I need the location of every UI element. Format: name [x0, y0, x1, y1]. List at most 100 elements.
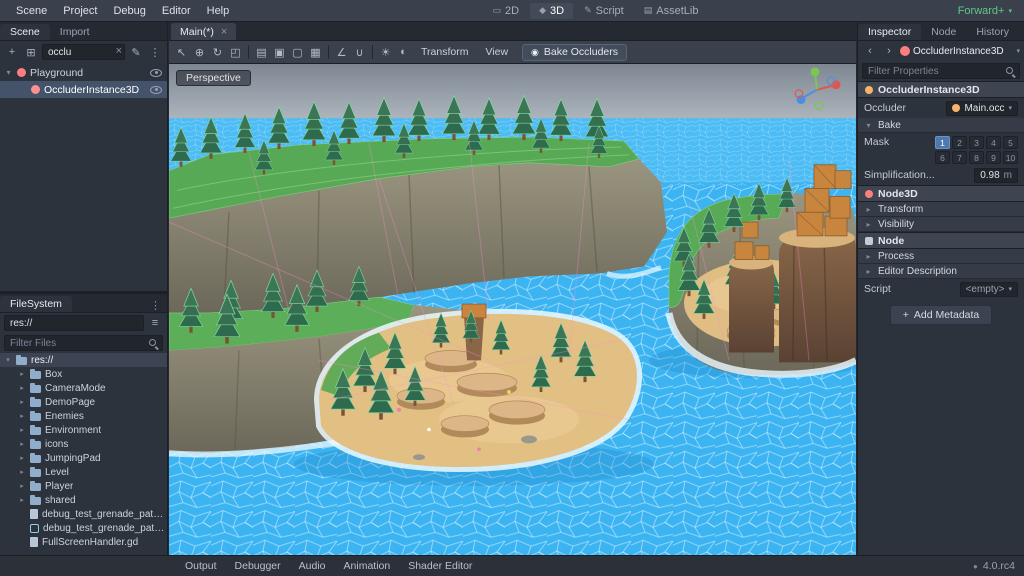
add-metadata-button[interactable]: + Add Metadata [890, 305, 993, 325]
history-back-icon[interactable]: ‹ [862, 43, 878, 59]
switcher-3d[interactable]: ◆3D [530, 3, 573, 19]
mask-layer-cell[interactable]: 8 [969, 151, 984, 164]
script-picker[interactable]: <empty> ▾ [960, 282, 1018, 297]
history-forward-icon[interactable]: › [881, 43, 897, 59]
simplification-spinbox[interactable]: 0.98 m [974, 168, 1018, 183]
mask-layer-cell[interactable]: 7 [952, 151, 967, 164]
menu-item-help[interactable]: Help [199, 3, 238, 19]
sun-toggle-icon[interactable]: ☀ [377, 44, 394, 61]
viewport-3d[interactable]: Perspective [169, 64, 856, 555]
mask-layer-cell[interactable]: 3 [969, 136, 984, 149]
fs-item-root[interactable]: ▾ res:// [0, 353, 167, 367]
fs-item-shared[interactable]: ▸ shared [0, 493, 167, 507]
menu-item-scene[interactable]: Scene [8, 3, 55, 19]
visibility-eye-icon[interactable] [150, 69, 162, 77]
scene-filter-input[interactable] [42, 44, 125, 60]
group-bake[interactable]: ▾ Bake [858, 118, 1024, 133]
viewport-3d-scene[interactable] [169, 64, 856, 555]
tab-node[interactable]: Node [921, 24, 966, 40]
move-tool-icon[interactable]: ⊕ [191, 44, 208, 61]
group-transform[interactable]: ▸ Transform [858, 202, 1024, 217]
occluder-icon [865, 86, 873, 94]
fs-item-player[interactable]: ▸ Player [0, 479, 167, 493]
filter-properties-input[interactable] [862, 63, 1020, 79]
bake-occluders-button[interactable]: ◉ Bake Occluders [522, 44, 627, 61]
fs-item-debug-test-grenade-path-gd[interactable]: debug_test_grenade_path.gd [0, 507, 167, 521]
bottom-panel-debugger[interactable]: Debugger [226, 558, 290, 574]
tab-scene[interactable]: Scene [0, 24, 50, 40]
tab-inspector[interactable]: Inspector [858, 24, 921, 40]
chevron-down-icon[interactable]: ▾ [1016, 47, 1020, 55]
file-icon [30, 385, 41, 393]
rotate-tool-icon[interactable]: ↻ [209, 44, 226, 61]
mask-layer-cell[interactable]: 9 [986, 151, 1001, 164]
scene-dock-toolbar: + ⊞ × ✎ ⋮ [0, 41, 167, 63]
snap-icon[interactable]: ∪ [351, 44, 368, 61]
fs-path-field[interactable]: res:// [4, 315, 144, 331]
inspected-node-name[interactable]: OccluderInstance3D [913, 46, 1013, 57]
simplification-value: 0.98 [980, 170, 999, 181]
fs-item-debug-test-grenade-path-tscn[interactable]: debug_test_grenade_path.tscn [0, 521, 167, 535]
fs-item-cameramode[interactable]: ▸ CameraMode [0, 381, 167, 395]
transform-menu[interactable]: Transform [413, 44, 476, 60]
group-visibility[interactable]: ▸ Visibility [858, 217, 1024, 232]
tree-item-occluderinstance3d[interactable]: OccluderInstance3D [0, 81, 167, 98]
fs-item-fullscreenhandler-gd[interactable]: FullScreenHandler.gd [0, 535, 167, 549]
mask-layer-cell[interactable]: 10 [1003, 151, 1018, 164]
bottom-panel-output[interactable]: Output [176, 558, 226, 574]
menu-item-project[interactable]: Project [55, 3, 105, 19]
environment-toggle-icon[interactable]: ◐ [395, 44, 412, 61]
mask-layer-cell[interactable]: 5 [1003, 136, 1018, 149]
selection-list-icon[interactable]: ▤ [253, 44, 270, 61]
mask-layer-cell[interactable]: 2 [952, 136, 967, 149]
instance-scene-button[interactable]: ⊞ [23, 44, 39, 60]
fs-item-icons[interactable]: ▸ icons [0, 437, 167, 451]
mask-layer-cell[interactable]: 4 [986, 136, 1001, 149]
fs-item-demopage[interactable]: ▸ DemoPage [0, 395, 167, 409]
tab-history[interactable]: History [966, 24, 1019, 40]
renderer-select[interactable]: Forward+ ▾ [954, 3, 1016, 19]
perspective-menu[interactable]: Perspective [176, 70, 251, 86]
fs-item-enemies[interactable]: ▸ Enemies [0, 409, 167, 423]
scale-tool-icon[interactable]: ◰ [227, 44, 244, 61]
add-node-button[interactable]: + [4, 44, 20, 60]
tab-import[interactable]: Import [50, 24, 100, 40]
bottom-panel-audio[interactable]: Audio [290, 558, 335, 574]
property-occluder: Occluder Main.occ ▾ [858, 98, 1024, 118]
group-editor-description[interactable]: ▸ Editor Description [858, 264, 1024, 279]
clear-search-icon[interactable]: × [116, 45, 122, 57]
ruler-icon[interactable]: ∠ [333, 44, 350, 61]
lock-icon[interactable]: ▣ [271, 44, 288, 61]
close-icon[interactable]: × [221, 26, 227, 38]
unlock-icon[interactable]: ▢ [289, 44, 306, 61]
switcher-assetlib[interactable]: ▤AssetLib [635, 3, 708, 19]
menu-item-debug[interactable]: Debug [105, 3, 153, 19]
view-menu[interactable]: View [477, 44, 516, 60]
scene-tab-main[interactable]: Main(*) × [171, 23, 236, 40]
mask-layer-cell[interactable]: 1 [935, 136, 950, 149]
attach-script-button[interactable]: ✎ [128, 44, 144, 60]
select-tool-icon[interactable]: ↖ [173, 44, 190, 61]
switcher-script[interactable]: ✎Script [575, 3, 633, 19]
group-icon[interactable]: ▦ [307, 44, 324, 61]
fs-item-jumpingpad[interactable]: ▸ JumpingPad [0, 451, 167, 465]
fs-bookmark-icon[interactable]: ≡ [147, 315, 163, 331]
group-process[interactable]: ▸ Process [858, 249, 1024, 264]
bottom-panel-animation[interactable]: Animation [335, 558, 400, 574]
scene-more-button[interactable]: ⋮ [147, 44, 163, 60]
bottom-panel-shader-editor[interactable]: Shader Editor [399, 558, 481, 574]
switcher-icon: ▭ [493, 5, 502, 16]
mask-layer-cell[interactable]: 6 [935, 151, 950, 164]
filesystem-tab[interactable]: FileSystem [0, 296, 72, 312]
switcher-2d[interactable]: ▭2D [484, 3, 529, 19]
tree-item-playground[interactable]: ▾ Playground [0, 64, 167, 81]
visibility-eye-icon[interactable] [150, 86, 162, 94]
menu-item-editor[interactable]: Editor [154, 3, 199, 19]
fs-item-level[interactable]: ▸ Level [0, 465, 167, 479]
fs-item-box[interactable]: ▸ Box [0, 367, 167, 381]
occluder-resource-picker[interactable]: Main.occ ▾ [946, 101, 1018, 116]
filesystem-more-icon[interactable]: ⋮ [144, 299, 167, 312]
fs-filter-input[interactable] [4, 335, 163, 351]
fs-item-environment[interactable]: ▸ Environment [0, 423, 167, 437]
property-label: Occluder [864, 102, 942, 114]
